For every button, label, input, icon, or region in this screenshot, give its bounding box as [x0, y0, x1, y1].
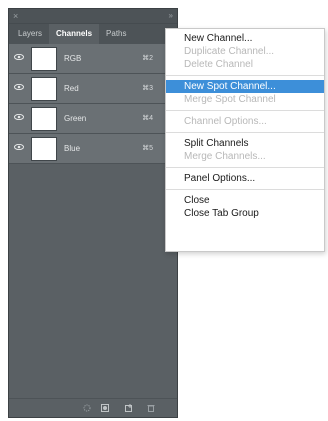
menu-separator [166, 132, 324, 133]
menu-item-new-spot-channel[interactable]: New Spot Channel... [166, 80, 324, 93]
close-panel-icon[interactable]: × [13, 9, 18, 23]
channel-shortcut: ⌘3 [142, 85, 153, 92]
channel-row-rgb[interactable]: RGB ⌘2 [9, 44, 177, 74]
menu-item-close[interactable]: Close [166, 194, 324, 207]
channel-thumbnail [31, 107, 57, 131]
menu-separator [166, 110, 324, 111]
save-selection-icon[interactable] [101, 404, 109, 412]
channel-name: Blue [64, 144, 81, 153]
panel-title-strip: × » [9, 9, 177, 24]
channel-thumbnail [31, 77, 57, 101]
channel-name: Red [64, 84, 79, 93]
menu-item-delete-channel[interactable]: Delete Channel [166, 58, 324, 71]
menu-item-split-channels[interactable]: Split Channels [166, 137, 324, 150]
channel-thumbnail [31, 47, 57, 71]
tab-paths[interactable]: Paths [99, 24, 133, 44]
visibility-eye-icon[interactable] [14, 84, 24, 90]
load-selection-icon[interactable] [83, 404, 91, 412]
channel-row-green[interactable]: Green ⌘4 [9, 104, 177, 134]
tab-channels[interactable]: Channels [49, 24, 100, 44]
panel-footer [9, 398, 177, 417]
channel-list: RGB ⌘2 Red ⌘3 Green ⌘4 Blue ⌘5 [9, 44, 177, 164]
collapse-panel-icon[interactable]: » [169, 9, 173, 23]
menu-item-duplicate-channel[interactable]: Duplicate Channel... [166, 45, 324, 58]
menu-separator [166, 167, 324, 168]
menu-item-panel-options[interactable]: Panel Options... [166, 172, 324, 185]
channel-thumbnail [31, 137, 57, 161]
new-channel-icon[interactable] [125, 404, 133, 412]
channel-shortcut: ⌘5 [142, 145, 153, 152]
channels-panel: × » Layers Channels Paths ≡ RGB ⌘2 Red ⌘… [8, 8, 178, 418]
menu-separator [166, 75, 324, 76]
channel-name: RGB [64, 54, 82, 63]
channel-row-blue[interactable]: Blue ⌘5 [9, 134, 177, 164]
channel-shortcut: ⌘2 [142, 55, 153, 62]
tab-layers[interactable]: Layers [11, 24, 49, 44]
menu-item-merge-spot-channel[interactable]: Merge Spot Channel [166, 93, 324, 106]
visibility-eye-icon[interactable] [14, 144, 24, 150]
trash-icon[interactable] [147, 404, 155, 412]
channel-name: Green [64, 114, 87, 123]
channel-shortcut: ⌘4 [142, 115, 153, 122]
channels-flyout-menu: New Channel... Duplicate Channel... Dele… [165, 28, 325, 252]
channel-row-red[interactable]: Red ⌘3 [9, 74, 177, 104]
panel-tab-bar: Layers Channels Paths ≡ [9, 24, 177, 44]
menu-item-channel-options[interactable]: Channel Options... [166, 115, 324, 128]
menu-item-merge-channels[interactable]: Merge Channels... [166, 150, 324, 163]
visibility-eye-icon[interactable] [14, 54, 24, 60]
menu-separator [166, 189, 324, 190]
menu-item-close-tab-group[interactable]: Close Tab Group [166, 207, 324, 220]
menu-item-new-channel[interactable]: New Channel... [166, 32, 324, 45]
visibility-eye-icon[interactable] [14, 114, 24, 120]
